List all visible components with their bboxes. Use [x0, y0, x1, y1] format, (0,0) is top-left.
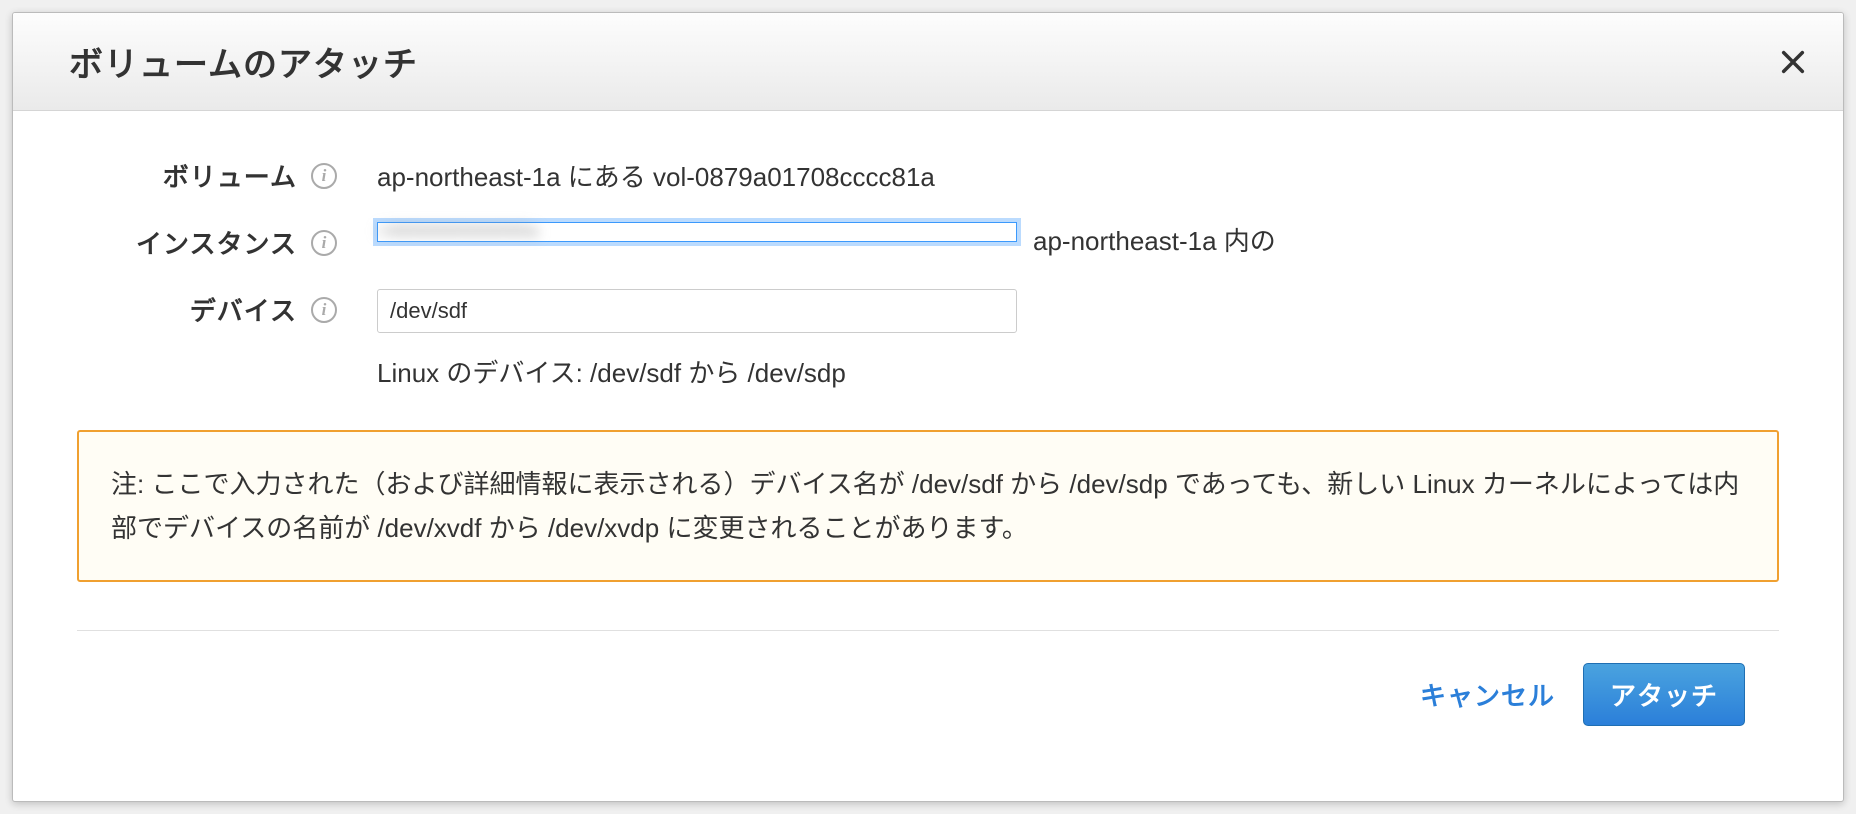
row-instance: インスタンス i i-0000000000000000a ap-northeas…	[77, 222, 1779, 261]
info-icon[interactable]: i	[311, 230, 337, 256]
label-instance: インスタンス	[136, 224, 297, 261]
note-text: 注: ここで入力された（および詳細情報に表示される）デバイス名が /dev/sd…	[111, 462, 1745, 550]
modal-footer: キャンセル アタッチ	[77, 631, 1779, 726]
instance-input[interactable]: i-0000000000000000a	[377, 222, 1017, 242]
label-volume: ボリューム	[163, 157, 297, 194]
modal-title: ボリュームのアタッチ	[69, 37, 418, 86]
attach-button[interactable]: アタッチ	[1583, 663, 1745, 726]
label-device: デバイス	[190, 291, 297, 328]
modal-body: ボリューム i ap-northeast-1a にある vol-0879a017…	[13, 111, 1843, 801]
modal-header: ボリュームのアタッチ	[13, 13, 1843, 111]
instance-zone-suffix: ap-northeast-1a 内の	[1033, 222, 1293, 261]
close-button[interactable]	[1775, 44, 1811, 80]
note-box: 注: ここで入力された（および詳細情報に表示される）デバイス名が /dev/sd…	[77, 430, 1779, 582]
device-input[interactable]	[377, 289, 1017, 333]
row-device: デバイス i Linux のデバイス: /dev/sdf から /dev/sdp	[77, 289, 1779, 390]
device-hint: Linux のデバイス: /dev/sdf から /dev/sdp	[377, 353, 1779, 390]
cancel-button[interactable]: キャンセル	[1420, 676, 1555, 713]
info-icon[interactable]: i	[311, 297, 337, 323]
close-icon	[1779, 48, 1807, 76]
attach-volume-modal: ボリュームのアタッチ ボリューム i ap-northeast-1a にある v…	[12, 12, 1844, 802]
value-volume: ap-northeast-1a にある vol-0879a01708cccc81…	[377, 155, 1779, 194]
row-volume: ボリューム i ap-northeast-1a にある vol-0879a017…	[77, 155, 1779, 194]
info-icon[interactable]: i	[311, 163, 337, 189]
